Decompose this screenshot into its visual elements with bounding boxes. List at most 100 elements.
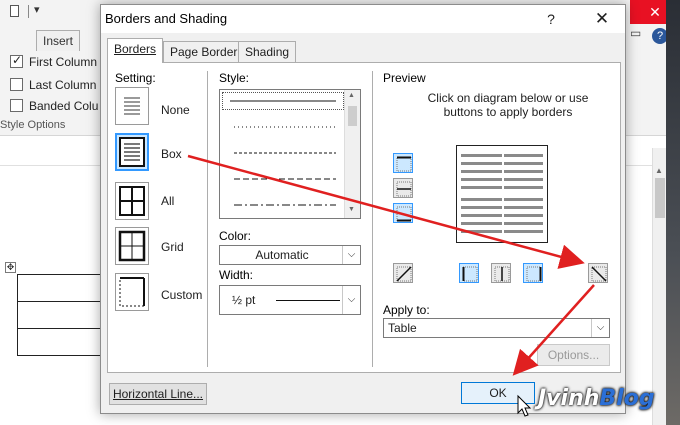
scroll-down-icon[interactable]: ▼: [348, 206, 355, 213]
dialog-title: Borders and Shading: [105, 11, 228, 26]
banded-columns-checkbox[interactable]: [10, 99, 23, 112]
width-dropdown[interactable]: ½ pt ⌵: [219, 285, 361, 315]
tab-page-border-label: Page Border: [170, 45, 238, 59]
setting-all-label[interactable]: All: [161, 194, 174, 208]
scroll-thumb[interactable]: [655, 178, 665, 218]
setting-custom-icon: [119, 277, 145, 307]
diagonal-up-border-button[interactable]: [393, 263, 413, 283]
tab-shading-label: Shading: [245, 45, 290, 59]
watermark-part-2: Blog: [599, 386, 655, 411]
width-value: ½ pt: [232, 293, 256, 307]
watermark-logo: JvinhBlog: [538, 386, 655, 411]
horizontal-line-button[interactable]: Horizontal Line...: [109, 383, 207, 405]
setting-custom-label[interactable]: Custom: [161, 288, 202, 302]
apply-to-value: Table: [388, 321, 417, 335]
setting-custom-option[interactable]: [115, 273, 149, 311]
setting-box-icon: [119, 137, 145, 167]
width-heading: Width:: [219, 268, 254, 282]
width-line-sample: [276, 300, 340, 301]
tab-borders-label: Borders: [114, 42, 157, 56]
setting-none-icon: [124, 97, 140, 115]
desktop-background: [666, 0, 680, 425]
banded-columns-label: Banded Colu: [29, 99, 99, 113]
borders-and-shading-dialog: Borders and Shading ? ✕ Borders Page Bor…: [100, 4, 626, 414]
color-heading: Color:: [219, 229, 252, 243]
tab-insert[interactable]: Insert: [36, 30, 81, 51]
diagonal-down-border-icon: [591, 266, 607, 282]
chevron-down-icon[interactable]: ⌵: [591, 319, 609, 337]
style-scroll-thumb[interactable]: [348, 106, 357, 126]
style-listbox[interactable]: ▲ ▼: [219, 89, 361, 219]
preview-diagram[interactable]: [456, 145, 548, 243]
dialog-help-button[interactable]: ?: [541, 9, 561, 29]
new-document-icon[interactable]: [10, 5, 19, 17]
left-border-button[interactable]: [459, 263, 479, 283]
preview-heading: Preview: [383, 71, 426, 85]
setting-box-label[interactable]: Box: [161, 147, 182, 161]
first-column-checkbox[interactable]: [10, 53, 23, 68]
setting-divider: [207, 71, 208, 367]
dialog-close-button[interactable]: ✕: [589, 8, 615, 30]
style-divider: [372, 71, 373, 367]
banded-columns-checkbox-row[interactable]: Banded Colu: [10, 99, 98, 113]
style-heading: Style:: [219, 71, 250, 85]
diagonal-down-border-button[interactable]: [588, 263, 608, 283]
tab-shading[interactable]: Shading: [238, 41, 297, 62]
apply-to-heading: Apply to:: [383, 303, 430, 317]
setting-grid-option[interactable]: [115, 227, 149, 265]
ribbon-collapse-icon[interactable]: ▭: [630, 26, 650, 42]
inside-horizontal-border-icon: [396, 181, 412, 197]
right-border-button[interactable]: [523, 263, 543, 283]
options-button[interactable]: Options...: [537, 344, 610, 366]
setting-grid-label[interactable]: Grid: [161, 240, 184, 254]
chevron-down-icon[interactable]: ⌵: [342, 246, 360, 264]
watermark-part-1: Jvinh: [538, 386, 600, 411]
last-column-label: Last Column: [29, 78, 97, 92]
preview-instruction-line-1: Click on diagram below or use: [427, 91, 589, 105]
right-border-icon: [526, 266, 542, 282]
top-border-icon: [396, 156, 412, 172]
toolbar-separator: [28, 5, 29, 18]
bottom-border-button[interactable]: [393, 203, 413, 223]
setting-heading: Setting:: [115, 71, 156, 85]
customize-toolbar-icon[interactable]: ▾: [34, 3, 40, 16]
style-list-scrollbar[interactable]: ▲ ▼: [344, 90, 360, 218]
inside-vertical-border-button[interactable]: [491, 263, 511, 283]
preview-instruction: Click on diagram below or use buttons to…: [423, 91, 593, 119]
inside-vertical-border-icon: [494, 266, 510, 282]
table-move-handle-icon[interactable]: ✥: [5, 262, 16, 273]
bottom-border-icon: [396, 206, 412, 222]
last-column-checkbox[interactable]: [10, 78, 23, 91]
horizontal-line-label: Horizontal Line...: [112, 387, 204, 401]
ribbon-tabs: Insert: [0, 28, 100, 51]
setting-none-label[interactable]: None: [161, 103, 190, 117]
chevron-down-icon[interactable]: ⌵: [342, 286, 360, 314]
tab-borders[interactable]: Borders: [107, 38, 164, 63]
ok-button[interactable]: OK: [461, 382, 535, 404]
setting-all-option[interactable]: [115, 182, 149, 220]
setting-none-option[interactable]: [115, 87, 149, 125]
preview-instruction-line-2: buttons to apply borders: [443, 105, 573, 119]
tab-page-border[interactable]: Page Border: [163, 41, 245, 62]
apply-to-dropdown[interactable]: Table ⌵: [383, 318, 610, 338]
inside-horizontal-border-button[interactable]: [393, 178, 413, 198]
scroll-up-icon[interactable]: ▲: [655, 166, 663, 175]
left-border-icon: [462, 266, 478, 282]
style-line-samples: [230, 100, 336, 206]
vertical-scrollbar[interactable]: ▲: [652, 148, 666, 425]
style-options-group-label: Style Options: [0, 119, 66, 131]
quick-access-toolbar: ▾: [0, 0, 100, 24]
color-dropdown[interactable]: Automatic ⌵: [219, 245, 361, 265]
first-column-label: First Column: [29, 55, 98, 69]
setting-all-icon: [119, 186, 145, 216]
last-column-checkbox-row[interactable]: Last Column: [10, 78, 96, 92]
preview-column-gap: [502, 152, 504, 236]
dialog-titlebar[interactable]: Borders and Shading ? ✕: [101, 5, 625, 33]
scroll-up-icon[interactable]: ▲: [348, 92, 355, 99]
setting-box-option[interactable]: [115, 133, 149, 171]
first-column-checkbox-row[interactable]: First Column: [10, 53, 98, 69]
color-value: Automatic: [255, 248, 309, 262]
top-border-button[interactable]: [393, 153, 413, 173]
setting-grid-icon: [118, 230, 146, 262]
diagonal-up-border-icon: [396, 266, 412, 282]
